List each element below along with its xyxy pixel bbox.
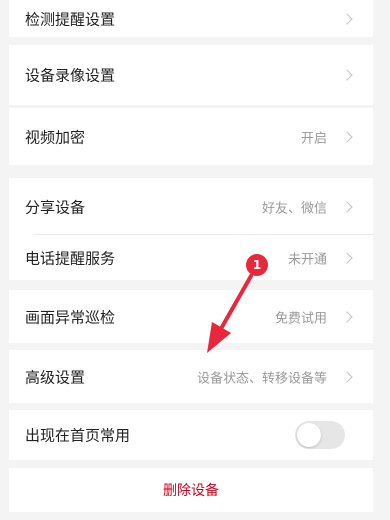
- step-number-badge: 1: [246, 254, 268, 276]
- annotation-arrow: [207, 274, 253, 353]
- annotation-arrow-shaft: [216, 274, 253, 336]
- annotation-arrow-head: [207, 322, 231, 353]
